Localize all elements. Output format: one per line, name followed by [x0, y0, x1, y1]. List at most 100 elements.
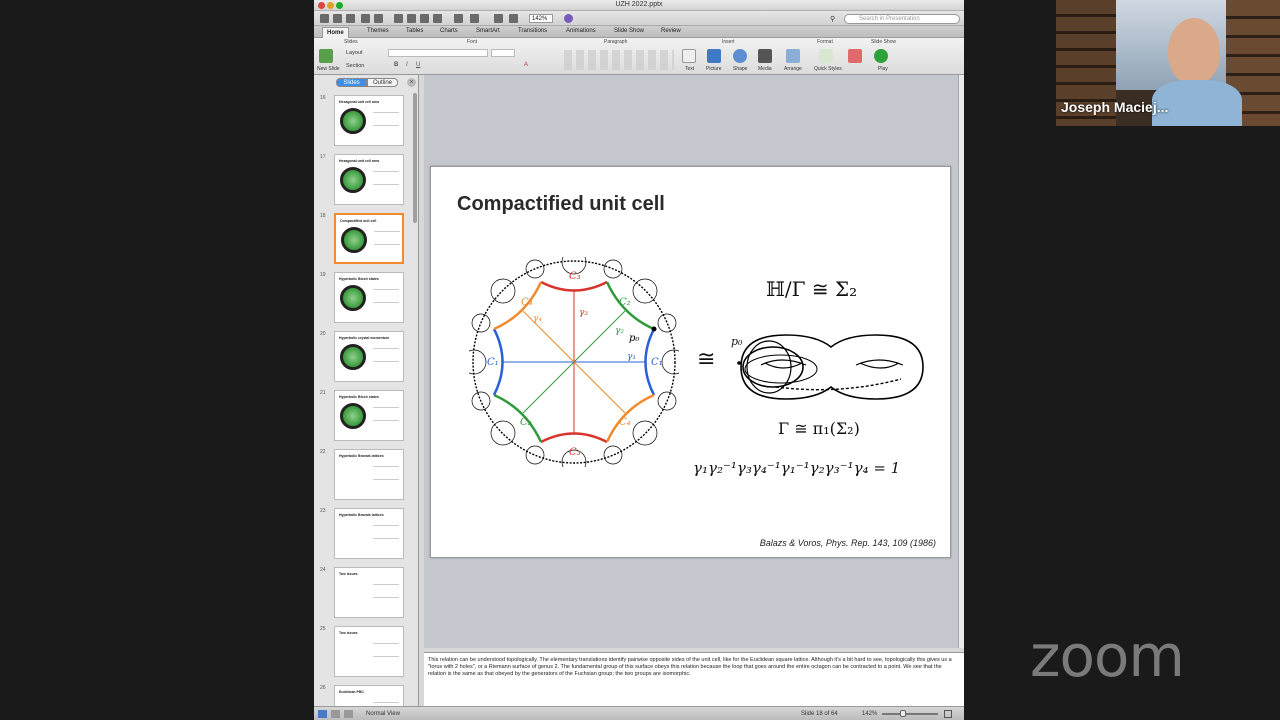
picture-button[interactable]: Picture	[706, 66, 722, 72]
shape-fill-icon[interactable]	[848, 49, 862, 63]
search-icon[interactable]: ⚲	[830, 15, 835, 23]
paragraph-controls[interactable]	[564, 50, 674, 70]
layout-button[interactable]: Layout	[346, 50, 363, 56]
point-p0	[651, 326, 657, 332]
tab-transitions[interactable]: Transitions	[518, 28, 547, 34]
label-c2-bottom: C₂	[520, 417, 532, 428]
slide-thumbnail[interactable]: Hexagonal unit cell area	[334, 95, 404, 146]
tab-themes[interactable]: Themes	[367, 28, 389, 34]
quotient-equation[interactable]: ℍ/Γ ≅ Σ₂	[766, 277, 857, 301]
tab-home[interactable]: Home	[322, 27, 349, 38]
underline-button[interactable]: U	[416, 62, 420, 68]
thumbnail-number: 24	[320, 567, 326, 573]
text-button[interactable]: Text	[685, 66, 694, 72]
citation[interactable]: Balazs & Voros, Phys. Rep. 143, 109 (198…	[760, 538, 936, 548]
thumbnail-title: Hyperbolic Bravais lattices	[339, 513, 384, 517]
slide-thumbnail[interactable]: Hyperbolic Bravais lattices	[334, 449, 404, 500]
slide-thumbnail[interactable]: Hyperbolic Bravais lattices	[334, 508, 404, 559]
normal-view-icon[interactable]	[318, 710, 327, 718]
fundamental-group-equation[interactable]: Γ ≅ π₁(Σ₂)	[778, 419, 860, 438]
templates-icon[interactable]	[333, 14, 342, 23]
play-button[interactable]: Play	[878, 66, 888, 72]
tab-outline[interactable]: Outline	[367, 78, 398, 87]
participant-video: Joseph Maciej...	[1056, 0, 1280, 126]
new-slide-icon[interactable]	[319, 49, 333, 63]
slide-thumbnail[interactable]: Two issues	[334, 626, 404, 677]
quick-styles-icon[interactable]	[819, 49, 833, 63]
tab-animations[interactable]: Animations	[566, 28, 596, 34]
slide-thumbnail[interactable]: Hyperbolic crystal momentum	[334, 331, 404, 382]
slide-thumbnail[interactable]: Compactified unit cell	[334, 213, 404, 264]
thumbnail-text-lines	[373, 407, 399, 421]
thumbnail-text-lines	[373, 525, 399, 539]
media-icon[interactable]	[758, 49, 772, 63]
speaker-notes[interactable]: This relation can be understood topologi…	[424, 652, 964, 706]
fit-window-icon[interactable]	[944, 710, 952, 718]
tab-slide-show[interactable]: Slide Show	[614, 28, 644, 34]
open-icon[interactable]	[346, 14, 355, 23]
thumbnail-text-lines	[373, 643, 399, 657]
label-p0: p₀	[629, 333, 639, 344]
label-c1-right: C₁	[651, 357, 663, 368]
tab-smartart[interactable]: SmartArt	[476, 28, 500, 34]
presenter-view-icon[interactable]	[344, 710, 353, 718]
slide-sorter-icon[interactable]	[331, 710, 340, 718]
zoom-select[interactable]: 142%	[529, 14, 553, 23]
undo-icon[interactable]	[454, 14, 463, 23]
thumbnail-graphic	[341, 227, 367, 253]
italic-button[interactable]: I	[406, 62, 408, 68]
tab-tables[interactable]: Tables	[406, 28, 423, 34]
arrange-icon[interactable]	[786, 49, 800, 63]
format-painter-icon[interactable]	[433, 14, 442, 23]
thumbnail-text-lines	[374, 231, 400, 245]
thumbnail-scrollbar[interactable]	[413, 93, 417, 223]
paste-icon[interactable]	[420, 14, 429, 23]
search-input[interactable]: Search in Presentation	[844, 14, 960, 24]
font-name-select[interactable]	[388, 49, 488, 57]
table-icon[interactable]	[494, 14, 503, 23]
bold-button[interactable]: B	[394, 62, 398, 68]
close-panel-icon[interactable]: ×	[407, 78, 416, 87]
font-size-select[interactable]	[491, 49, 515, 57]
ribbon: Slides Font Paragraph Insert Format Slid…	[314, 38, 964, 75]
shape-icon[interactable]	[733, 49, 747, 63]
help-icon[interactable]	[564, 14, 573, 23]
quick-styles-button[interactable]: Quick Styles	[814, 66, 842, 72]
view-label: Normal View	[366, 711, 400, 717]
media-browser-icon[interactable]	[509, 14, 518, 23]
slide-canvas[interactable]: Compactified unit cell C₃ C₃ C₂ C₂ C₄ C₄…	[430, 166, 951, 558]
editor-scrollbar[interactable]	[958, 75, 964, 648]
text-box-icon[interactable]	[682, 49, 696, 63]
copy-icon[interactable]	[407, 14, 416, 23]
thumbnail-graphic	[340, 108, 366, 134]
print-icon[interactable]	[374, 14, 383, 23]
thumbnail-title: Euclidean PBC	[339, 690, 364, 694]
slide-title[interactable]: Compactified unit cell	[457, 193, 665, 216]
label-c4-bottom: C₄	[619, 417, 631, 428]
zoom-slider[interactable]	[882, 713, 938, 715]
thumbnail-graphic	[340, 285, 366, 311]
font-color-button[interactable]: A	[524, 62, 528, 68]
arrange-button[interactable]: Arrange	[784, 66, 802, 72]
zoom-slider-thumb[interactable]	[900, 710, 906, 717]
slide-thumbnail[interactable]: Hyperbolic Bloch states	[334, 272, 404, 323]
shape-button[interactable]: Shape	[733, 66, 747, 72]
play-icon[interactable]	[874, 49, 888, 63]
media-button[interactable]: Media	[758, 66, 772, 72]
tab-review[interactable]: Review	[661, 28, 681, 34]
tab-slides[interactable]: Slides	[336, 78, 367, 87]
section-button[interactable]: Section	[346, 63, 364, 69]
save-icon[interactable]	[361, 14, 370, 23]
new-slide-button[interactable]: New Slide	[317, 66, 340, 72]
slide-thumbnail[interactable]: Two issues	[334, 567, 404, 618]
slide-thumbnail[interactable]: Hexagonal unit cell area	[334, 154, 404, 205]
thumbnail-title: Hexagonal unit cell area	[339, 100, 380, 104]
group-relation-equation[interactable]: γ₁γ₂⁻¹γ₃γ₄⁻¹γ₁⁻¹γ₂γ₃⁻¹γ₄ = 1	[693, 459, 900, 477]
tab-charts[interactable]: Charts	[440, 28, 458, 34]
redo-icon[interactable]	[470, 14, 479, 23]
new-icon[interactable]	[320, 14, 329, 23]
slide-thumbnail[interactable]: Hyperbolic Bloch states	[334, 390, 404, 441]
slide-thumbnail[interactable]: Euclidean PBC	[334, 685, 404, 706]
cut-icon[interactable]	[394, 14, 403, 23]
picture-icon[interactable]	[707, 49, 721, 63]
